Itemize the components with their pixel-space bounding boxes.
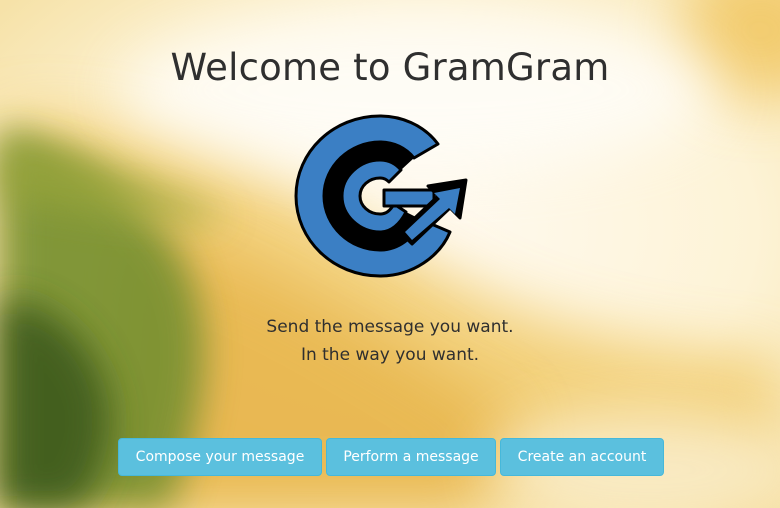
create-account-button[interactable]: Create an account: [500, 438, 664, 476]
tagline-line-2: In the way you want.: [300, 345, 480, 365]
gramgram-logo-icon: [294, 114, 468, 278]
perform-message-button[interactable]: Perform a message: [326, 438, 496, 476]
landing-content: Welcome to GramGram Send the message you…: [0, 0, 780, 508]
compose-message-button[interactable]: Compose your message: [118, 438, 322, 476]
tagline-line-1: Send the message you want.: [266, 317, 514, 337]
page-title: Welcome to GramGram: [170, 46, 610, 89]
